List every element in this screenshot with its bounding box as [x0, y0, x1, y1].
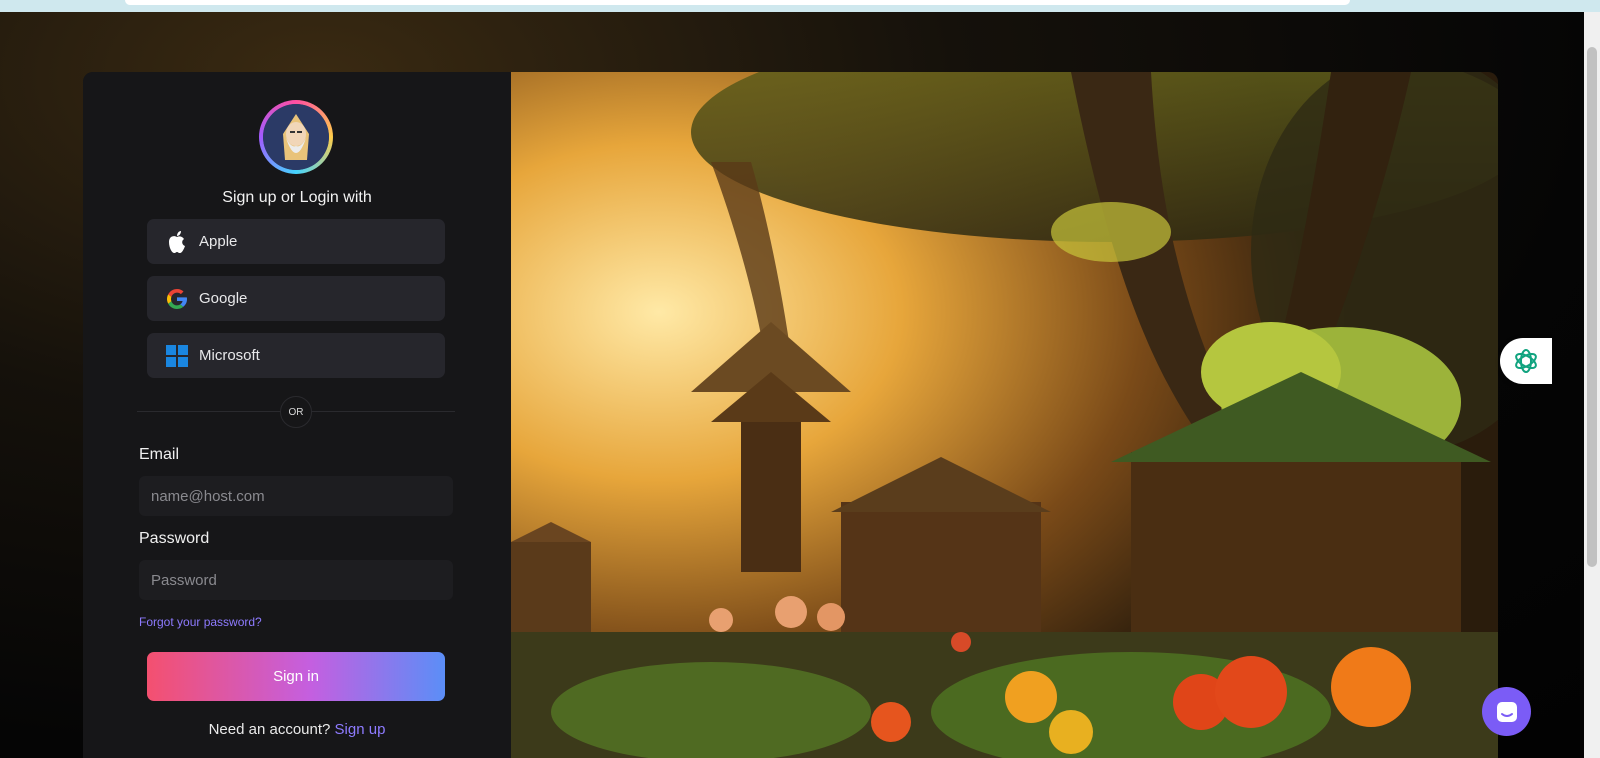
sign-up-link[interactable]: Sign up [335, 721, 386, 738]
or-divider-label: OR [280, 396, 312, 428]
wizard-logo-icon [263, 104, 329, 170]
microsoft-login-button[interactable]: Microsoft [147, 333, 445, 378]
sign-in-button[interactable]: Sign in [147, 652, 445, 701]
need-account-text: Need an account? [208, 721, 331, 738]
chat-icon [1496, 701, 1517, 722]
auth-panel: Sign up or Login with Apple Google Micro… [83, 72, 511, 758]
email-label: Email [139, 446, 180, 463]
hero-image [511, 72, 1498, 758]
apple-login-label: Apple [199, 233, 238, 250]
page-scrollbar[interactable] [1584, 12, 1600, 758]
assistant-side-tab[interactable] [1500, 338, 1552, 384]
chat-launcher-button[interactable] [1482, 687, 1531, 736]
google-login-button[interactable]: Google [147, 276, 445, 321]
google-login-label: Google [199, 290, 248, 307]
email-field[interactable] [139, 476, 453, 516]
forest-village-illustration [511, 72, 1498, 758]
microsoft-login-label: Microsoft [199, 347, 260, 364]
browser-top-strip [0, 0, 1600, 12]
apple-icon [165, 230, 189, 254]
avatar-logo [259, 100, 333, 174]
login-card: Sign up or Login with Apple Google Micro… [83, 72, 1498, 758]
auth-heading: Sign up or Login with [222, 189, 372, 206]
browser-address-area [125, 0, 1350, 5]
scrollbar-thumb[interactable] [1587, 47, 1597, 567]
google-icon [165, 287, 189, 311]
password-field[interactable] [139, 560, 453, 600]
apple-login-button[interactable]: Apple [147, 219, 445, 264]
forgot-password-link[interactable]: Forgot your password? [139, 615, 262, 629]
openai-icon [1515, 349, 1537, 373]
need-account-line: Need an account? Sign up [83, 721, 511, 738]
microsoft-icon [165, 344, 189, 368]
password-label: Password [139, 530, 210, 547]
